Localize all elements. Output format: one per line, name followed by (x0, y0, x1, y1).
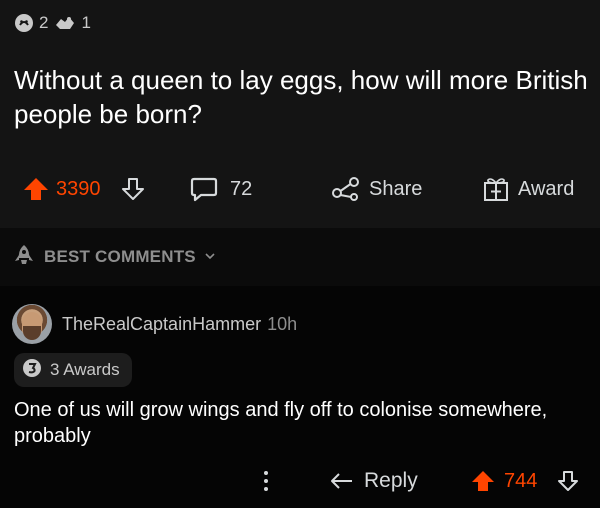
share-label: Share (369, 177, 423, 200)
comment-awards-label: 3 Awards (50, 360, 120, 379)
comment: TheRealCaptainHammer 10h 3 Awards One of… (0, 286, 600, 508)
helpful-award-icon (54, 13, 76, 33)
gift-icon (482, 175, 510, 203)
comment-awards-badge[interactable]: 3 Awards (14, 353, 132, 387)
reply-button[interactable]: Reply (330, 458, 418, 504)
share-icon (331, 176, 361, 202)
reply-label: Reply (364, 469, 418, 492)
more-vertical-icon (262, 468, 270, 494)
arrow-down-icon (556, 469, 580, 493)
comments-count: 72 (230, 177, 253, 200)
comment-header: TheRealCaptainHammer 10h (12, 304, 297, 344)
award-button[interactable]: Award (482, 166, 574, 212)
comment-action-bar: Reply 744 (0, 458, 600, 502)
sort-selector[interactable]: BEST COMMENTS (12, 228, 216, 286)
post-awards[interactable]: 2 1 (14, 6, 134, 40)
comment-time: 10h (267, 313, 298, 334)
downvote-button[interactable] (120, 166, 146, 212)
chevron-down-icon (204, 247, 216, 267)
arrow-down-icon (120, 176, 146, 202)
avatar-beard (23, 326, 41, 340)
award-badge-helpful[interactable]: 1 (54, 13, 91, 33)
helpful-award-count: 1 (81, 13, 91, 32)
post-action-bar: 3390 72 Share Award (0, 166, 600, 212)
comment-sort-bar: BEST COMMENTS (0, 228, 600, 286)
comment-score: 744 (504, 469, 538, 492)
award-badge-silver[interactable]: 2 (14, 13, 48, 33)
award-label: Award (518, 177, 575, 200)
post-score: 3390 (56, 177, 101, 200)
comment-bubble-icon (190, 176, 218, 202)
reply-arrow-icon (330, 471, 354, 491)
arrow-up-icon (22, 175, 50, 203)
post-card: 2 1 Without a queen to lay eggs, how wil… (0, 0, 600, 228)
rocket-icon (12, 243, 36, 272)
arrow-up-icon (470, 468, 496, 494)
upvote-button[interactable] (22, 166, 50, 212)
more-options-button[interactable] (262, 458, 270, 504)
silver-award-count: 2 (39, 13, 49, 32)
post-title[interactable]: Without a queen to lay eggs, how will mo… (14, 63, 590, 131)
comment-username[interactable]: TheRealCaptainHammer (62, 314, 261, 335)
share-button[interactable]: Share (331, 166, 422, 212)
comment-body: One of us will grow wings and fly off to… (14, 399, 548, 447)
comment-upvote-button[interactable] (470, 458, 496, 504)
silver-award-icon (22, 358, 42, 383)
silver-award-icon (14, 13, 34, 33)
comment-downvote-button[interactable] (556, 458, 580, 504)
avatar[interactable] (12, 304, 52, 344)
sort-label: BEST COMMENTS (44, 247, 196, 266)
comments-button[interactable]: 72 (190, 166, 252, 212)
